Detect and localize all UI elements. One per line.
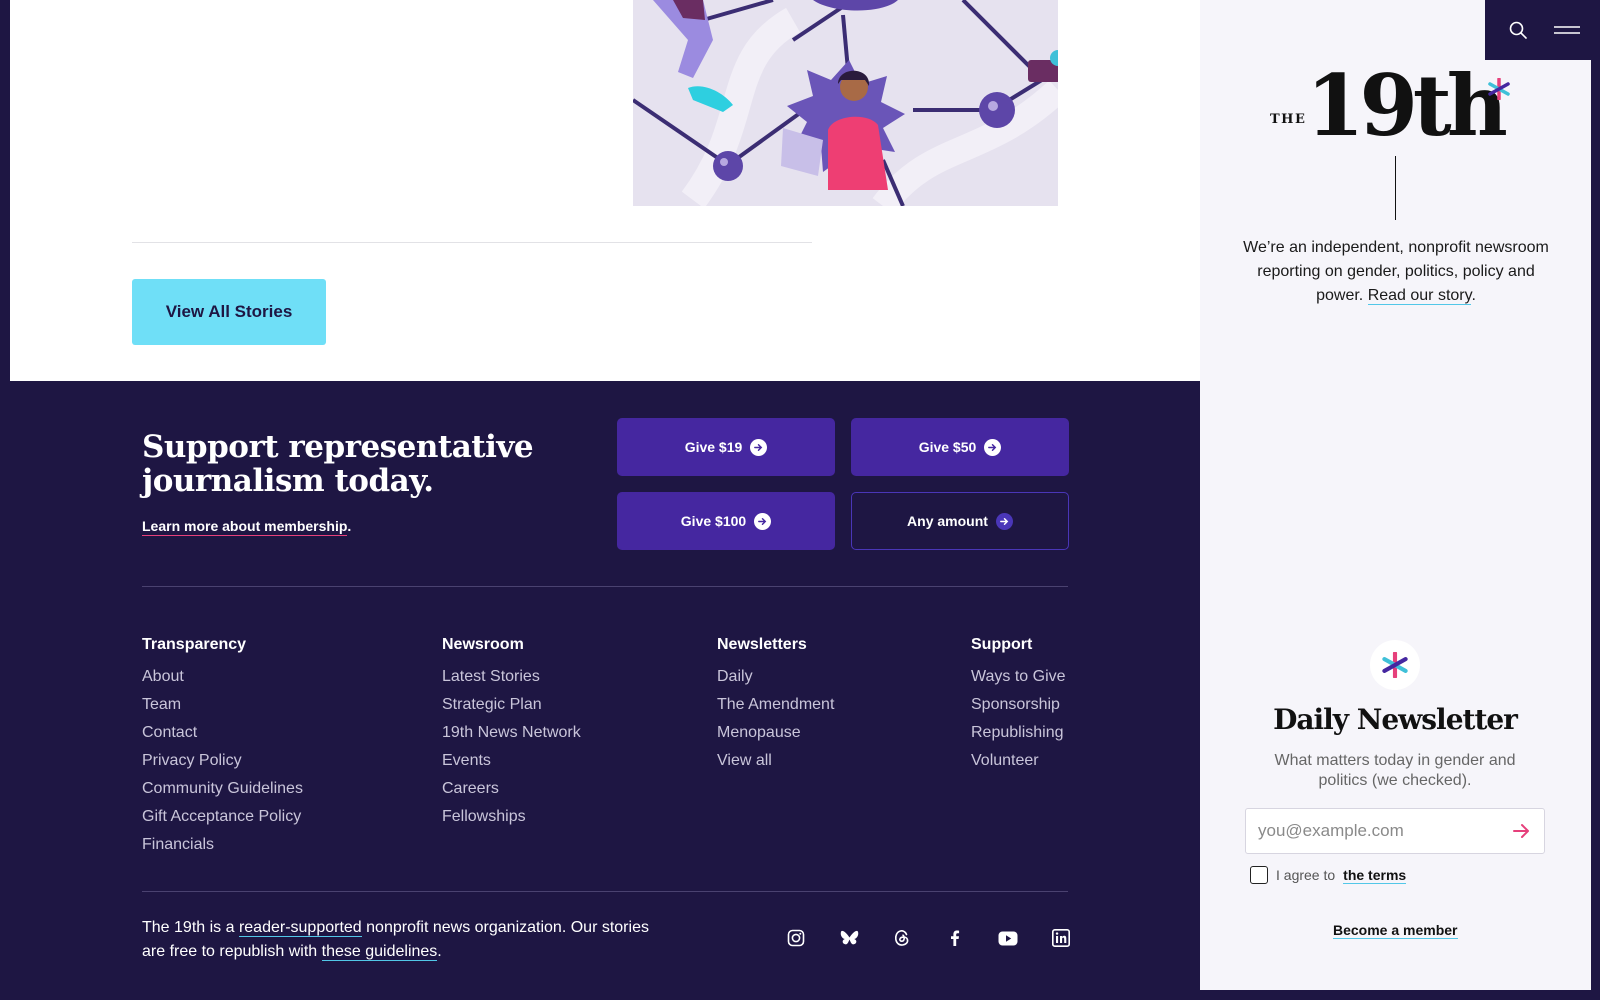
terms-checkbox[interactable] (1250, 866, 1268, 884)
bluesky-icon[interactable] (839, 928, 859, 948)
footer-column-title: Transparency (142, 636, 247, 653)
give-19-label: Give $19 (684, 439, 743, 455)
give-50-label: Give $50 (918, 439, 977, 455)
newsletter-title: Daily Newsletter (1273, 703, 1518, 736)
footer-link-about[interactable]: About (142, 663, 303, 691)
footer-link-view-all[interactable]: View all (717, 747, 834, 775)
footer-link-financials[interactable]: Financials (142, 831, 303, 859)
footer-link-volunteer[interactable]: Volunteer (971, 747, 1066, 775)
threads-icon[interactable] (892, 928, 912, 948)
newsletter-email-input[interactable] (1246, 809, 1500, 853)
footer-column-title: Newsroom (442, 636, 524, 653)
footer-divider-top (142, 586, 1068, 587)
membership-suffix: . (347, 518, 352, 534)
give-50-button[interactable]: Give $50 (851, 418, 1069, 476)
stories-divider (132, 242, 812, 243)
footer-link-careers[interactable]: Careers (442, 775, 581, 803)
read-our-story-link[interactable]: Read our story (1367, 287, 1472, 305)
give-any-amount-button[interactable]: Any amount (851, 492, 1069, 550)
view-all-stories-button[interactable]: View All Stories (132, 279, 326, 345)
story-illustration (633, 0, 1058, 206)
footer-link-daily[interactable]: Daily (717, 663, 834, 691)
newsletter-asterisk-icon (1370, 640, 1420, 690)
footer-link-menopause[interactable]: Menopause (717, 719, 834, 747)
hamburger-menu-icon[interactable] (1550, 13, 1584, 47)
newsletter-submit-arrow-icon[interactable] (1500, 809, 1544, 853)
footer-link-sponsorship[interactable]: Sponsorship (971, 691, 1066, 719)
footer-link-gift-acceptance-policy[interactable]: Gift Acceptance Policy (142, 803, 303, 831)
terms-agreement: I agree to the terms (1250, 866, 1407, 884)
membership-line: Learn more about membership. (142, 518, 352, 536)
logo-name: 19th (1306, 56, 1508, 155)
guidelines-link[interactable]: these guidelines (321, 943, 438, 961)
asterisk-logo-icon (1488, 77, 1510, 105)
footer-link-the-amendment[interactable]: The Amendment (717, 691, 834, 719)
footer-link-privacy-policy[interactable]: Privacy Policy (142, 747, 303, 775)
become-member-link[interactable]: Become a member (1333, 922, 1458, 939)
linkedin-icon[interactable] (1051, 928, 1071, 948)
footer-link-news-network[interactable]: 19th News Network (442, 719, 581, 747)
arrow-right-icon (984, 438, 1002, 456)
arrow-right-icon (750, 438, 768, 456)
footer-column-title: Support (971, 636, 1033, 653)
social-links (786, 928, 1071, 948)
footer-column-newsroom: Newsroom Latest Stories Strategic Plan 1… (442, 636, 581, 831)
logo-the: THE (1270, 112, 1307, 127)
facebook-icon[interactable] (945, 928, 965, 948)
tagline-suffix: . (1471, 287, 1476, 304)
terms-link[interactable]: the terms (1343, 867, 1407, 884)
agree-label: I agree to (1276, 867, 1336, 883)
give-100-label: Give $100 (680, 513, 747, 529)
newsletter-description: What matters today in gender and politic… (1274, 752, 1516, 789)
footer-link-team[interactable]: Team (142, 691, 303, 719)
newsletter-form (1245, 808, 1545, 854)
footer-link-fellowships[interactable]: Fellowships (442, 803, 581, 831)
logo-rule (1395, 156, 1396, 220)
give-any-label: Any amount (907, 513, 988, 529)
support-heading: Support representative journalism today. (142, 429, 534, 499)
footer-about-text: The 19th is a reader-supported nonprofit… (142, 916, 662, 964)
footer-link-republishing[interactable]: Republishing (971, 719, 1066, 747)
footer-column-title: Newsletters (717, 636, 807, 653)
footer-link-strategic-plan[interactable]: Strategic Plan (442, 691, 581, 719)
footer-link-community-guidelines[interactable]: Community Guidelines (142, 775, 303, 803)
membership-link[interactable]: Learn more about membership (142, 518, 348, 536)
instagram-icon[interactable] (786, 928, 806, 948)
about-text-part: . (437, 943, 442, 960)
footer-link-latest-stories[interactable]: Latest Stories (442, 663, 581, 691)
footer-divider-bottom (142, 891, 1068, 892)
youtube-icon[interactable] (998, 928, 1018, 948)
footer-link-contact[interactable]: Contact (142, 719, 303, 747)
footer-column-transparency: Transparency About Team Contact Privacy … (142, 636, 303, 859)
footer-column-support: Support Ways to Give Sponsorship Republi… (971, 636, 1066, 775)
reader-supported-link[interactable]: reader-supported (238, 919, 362, 937)
footer-link-events[interactable]: Events (442, 747, 581, 775)
arrow-right-icon (995, 512, 1013, 530)
site-tagline: We’re an independent, nonprofit newsroom… (1240, 236, 1552, 308)
footer-column-newsletters: Newsletters Daily The Amendment Menopaus… (717, 636, 834, 775)
about-text-part: The 19th is a (142, 919, 239, 936)
site-logo[interactable]: THE 19th (1270, 64, 1510, 162)
footer-link-ways-to-give[interactable]: Ways to Give (971, 663, 1066, 691)
give-19-button[interactable]: Give $19 (617, 418, 835, 476)
search-icon[interactable] (1501, 13, 1535, 47)
arrow-right-icon (754, 512, 772, 530)
give-100-button[interactable]: Give $100 (617, 492, 835, 550)
top-nav-bar (1485, 0, 1600, 60)
